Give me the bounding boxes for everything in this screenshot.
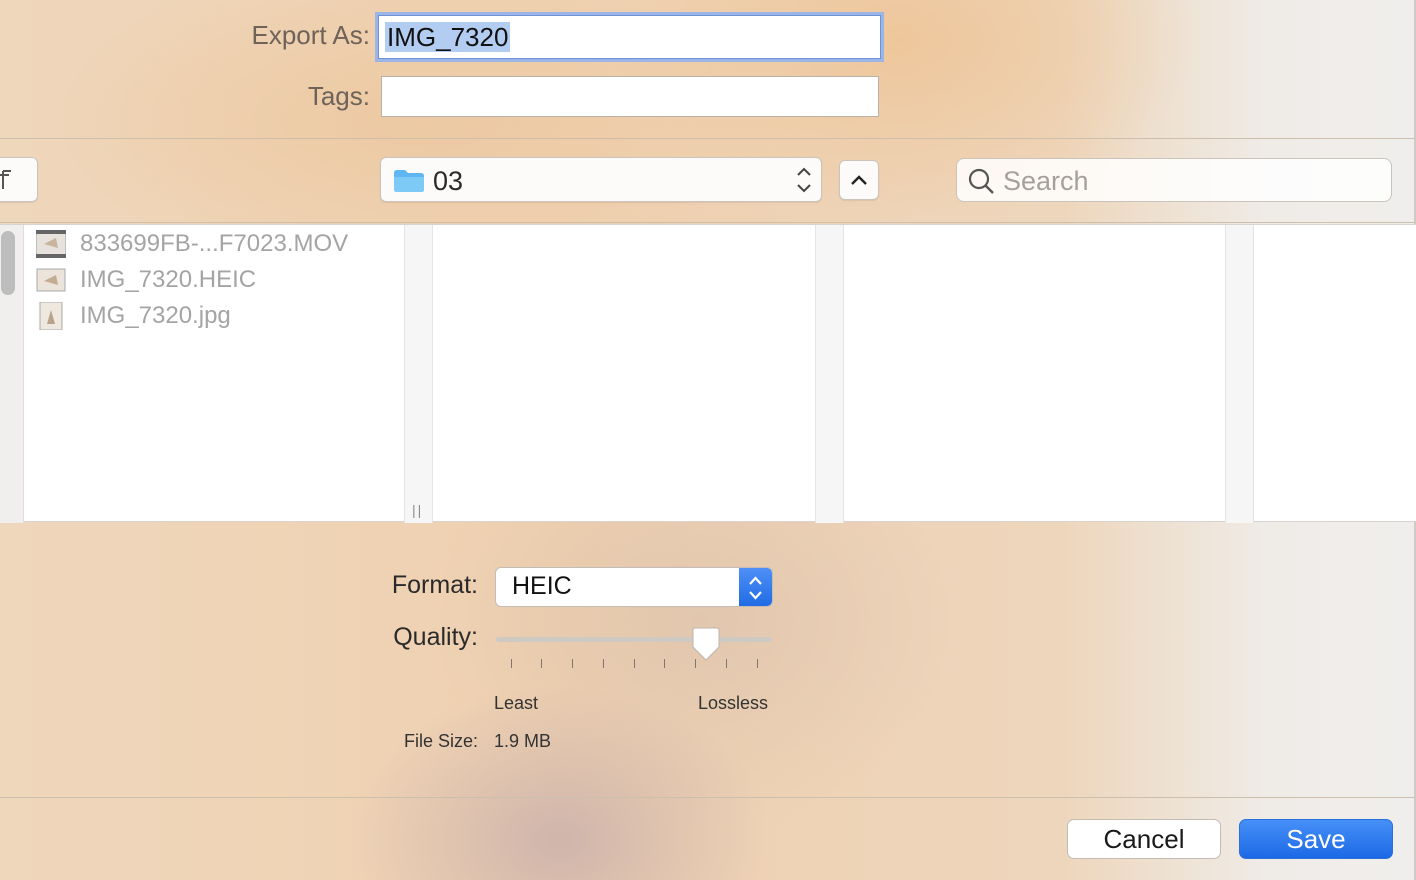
slider-tick bbox=[634, 659, 635, 668]
quality-slider-track[interactable] bbox=[496, 637, 772, 642]
column-resize-handle[interactable]: || bbox=[412, 502, 423, 518]
tags-label: Tags: bbox=[307, 81, 370, 111]
file-item[interactable]: 833699FB-...F7023.MOV bbox=[36, 228, 396, 262]
search-icon bbox=[968, 168, 994, 194]
quality-slider-knob[interactable] bbox=[690, 627, 722, 663]
chevron-up-icon bbox=[851, 175, 867, 185]
location-popup[interactable]: 03 bbox=[380, 157, 822, 202]
divider-footer bbox=[0, 797, 1414, 798]
slider-tick bbox=[603, 659, 604, 668]
file-name: 833699FB-...F7023.MOV bbox=[80, 230, 349, 257]
slider-tick bbox=[572, 659, 573, 668]
tags-field[interactable] bbox=[381, 76, 879, 117]
divider-top bbox=[0, 138, 1414, 139]
folder-icon bbox=[394, 170, 424, 192]
quality-max-label: Lossless bbox=[698, 693, 769, 713]
slider-tick bbox=[695, 659, 696, 668]
save-button[interactable]: Save bbox=[1239, 819, 1393, 859]
format-value: HEIC bbox=[512, 572, 572, 600]
expand-collapse-button[interactable] bbox=[839, 160, 879, 200]
file-name: IMG_7320.jpg bbox=[80, 302, 231, 329]
slider-tick bbox=[541, 659, 542, 668]
slider-tick bbox=[757, 659, 758, 668]
export-as-label: Export As: bbox=[251, 20, 371, 50]
format-stepper[interactable] bbox=[739, 568, 772, 606]
file-name: IMG_7320.HEIC bbox=[80, 266, 257, 293]
cancel-button[interactable]: Cancel bbox=[1067, 819, 1221, 859]
export-name-field[interactable]: IMG_7320 bbox=[378, 15, 881, 59]
chevron-updown-icon bbox=[797, 167, 811, 193]
divider-toolbar bbox=[0, 222, 1414, 223]
export-name-value: IMG_7320 bbox=[385, 22, 511, 52]
file-item[interactable]: IMG_7320.HEIC bbox=[36, 264, 396, 298]
file-browser[interactable]: 833699FB-...F7023.MOV IMG_7320.HEIC IMG_… bbox=[0, 224, 1416, 523]
slider-tick bbox=[726, 659, 727, 668]
file-size-value: 1.9 MB bbox=[494, 731, 552, 751]
search-field[interactable]: Search bbox=[956, 158, 1392, 202]
column-divider[interactable] bbox=[815, 225, 844, 523]
search-placeholder: Search bbox=[1003, 166, 1089, 196]
new-folder-button[interactable] bbox=[0, 157, 38, 202]
image-thumbnail-icon bbox=[36, 268, 66, 292]
format-label: Format: bbox=[391, 571, 478, 599]
new-folder-icon bbox=[0, 170, 11, 189]
file-item[interactable]: IMG_7320.jpg bbox=[36, 300, 396, 334]
slider-tick bbox=[664, 659, 665, 668]
chevron-updown-icon bbox=[749, 576, 762, 600]
quality-label: Quality: bbox=[393, 623, 478, 651]
scrollbar-thumb[interactable] bbox=[1, 231, 15, 295]
column-divider[interactable] bbox=[1225, 225, 1254, 523]
format-popup[interactable]: HEIC bbox=[495, 567, 773, 607]
slider-tick bbox=[511, 659, 512, 668]
file-size-label: File Size: bbox=[403, 731, 478, 751]
movie-thumbnail-icon bbox=[36, 230, 66, 258]
column-divider[interactable] bbox=[404, 225, 433, 523]
image-thumbnail-icon bbox=[39, 302, 63, 330]
left-scroll-area bbox=[0, 225, 24, 523]
quality-min-label: Least bbox=[494, 693, 539, 713]
location-folder-name: 03 bbox=[433, 166, 464, 196]
